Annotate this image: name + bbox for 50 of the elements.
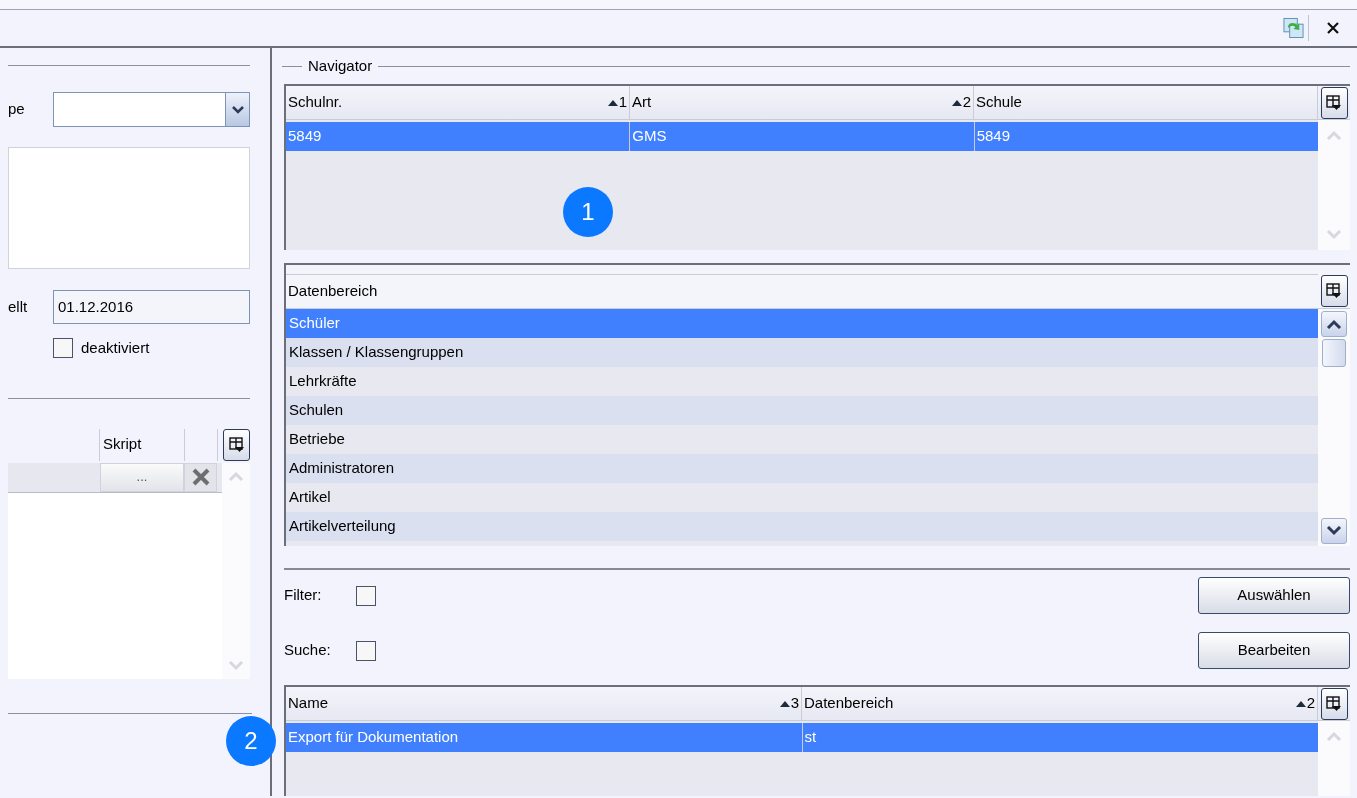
sort-ascending-icon bbox=[779, 700, 790, 707]
ellipsis-button[interactable]: ... bbox=[100, 462, 184, 492]
checkbox[interactable] bbox=[53, 338, 73, 359]
scroll-down-icon[interactable] bbox=[1321, 518, 1347, 544]
list-item[interactable]: Klassen / Klassengruppen bbox=[286, 338, 1318, 367]
table-cell-text: Export für Dokumentation bbox=[287, 727, 460, 748]
table-cell-text: 5849 bbox=[287, 126, 323, 147]
field-label: ellt bbox=[8, 296, 29, 317]
column-chooser-icon[interactable] bbox=[1320, 86, 1348, 119]
table-cell: 5849 bbox=[973, 122, 1318, 151]
sort-order: 2 bbox=[962, 92, 971, 113]
scrollbar-thumb[interactable] bbox=[1322, 339, 1346, 367]
callout-badge: 2 bbox=[226, 716, 276, 766]
table-cell: GMS bbox=[629, 122, 974, 151]
column-title: Schulnr. bbox=[288, 92, 344, 113]
type-dropdown[interactable] bbox=[53, 92, 250, 127]
table-row[interactable]: Export für Dokumentation st bbox=[286, 723, 1318, 752]
sort-order: 2 bbox=[1306, 693, 1315, 714]
column-title: Datenbereich bbox=[804, 693, 895, 714]
checkbox-label: deaktiviert bbox=[81, 338, 150, 358]
delete-icon[interactable] bbox=[184, 462, 217, 492]
column-title: Schule bbox=[976, 92, 1023, 113]
column-title: Name bbox=[288, 693, 329, 714]
field-label: Filter: bbox=[284, 585, 323, 606]
column-chooser-icon[interactable] bbox=[1320, 687, 1348, 720]
sort-ascending-icon bbox=[607, 99, 618, 106]
caret-icon bbox=[231, 105, 244, 114]
scroll-up-icon[interactable] bbox=[1321, 311, 1347, 337]
column-title: Art bbox=[632, 92, 653, 113]
sort-ascending-icon bbox=[1295, 700, 1306, 707]
action-button[interactable]: Auswählen bbox=[1198, 577, 1350, 614]
table-row[interactable]: 5849 GMS 5849 bbox=[286, 122, 1318, 151]
list-item[interactable]: Schulen bbox=[286, 396, 1318, 425]
sort-order: 3 bbox=[790, 693, 799, 714]
column-chooser-icon[interactable] bbox=[223, 428, 250, 461]
checkbox[interactable] bbox=[356, 585, 376, 606]
field-label: Suche: bbox=[284, 640, 332, 661]
group-title: Navigator bbox=[307, 55, 374, 76]
list-item[interactable]: Artikelverteilung bbox=[286, 512, 1318, 541]
checkbox[interactable] bbox=[356, 640, 376, 661]
date-field[interactable]: 01.12.2016 bbox=[53, 290, 250, 324]
refresh-icon[interactable] bbox=[1283, 15, 1309, 41]
column-header[interactable]: Skript bbox=[100, 428, 185, 461]
list-item[interactable]: Schüler bbox=[286, 309, 1318, 338]
column-chooser-icon[interactable] bbox=[1320, 275, 1348, 307]
sort-order: 1 bbox=[618, 92, 627, 113]
sort-ascending-icon bbox=[951, 99, 962, 106]
field-label: pe bbox=[8, 99, 26, 120]
list-item[interactable]: Administratoren bbox=[286, 454, 1318, 483]
action-button[interactable]: Bearbeiten bbox=[1198, 632, 1350, 669]
